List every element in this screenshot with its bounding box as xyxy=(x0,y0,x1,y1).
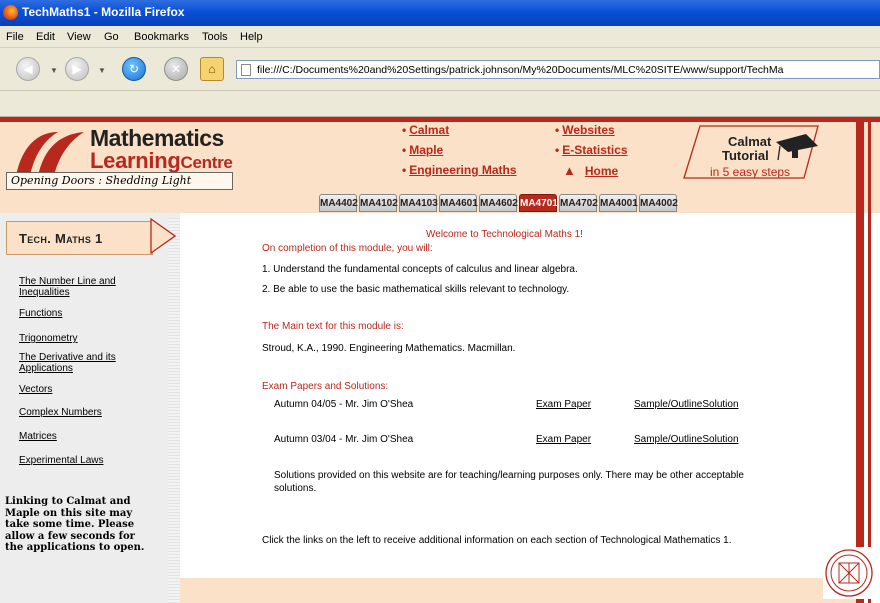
solutions-disclaimer: Solutions provided on this website are f… xyxy=(274,470,744,494)
address-bar[interactable]: file:///C:/Documents%20and%20Settings/pa… xyxy=(236,60,880,79)
sidebar-title: Tech. Maths 1 xyxy=(19,231,103,246)
tab-ma4001[interactable]: MA4001 xyxy=(599,194,638,212)
exam-row-2-term: Autumn 03/04 - Mr. Jim O'Shea xyxy=(274,434,414,445)
sidebar-item-number-line[interactable]: The Number Line and Inequalities xyxy=(19,276,159,298)
sidebar-item-trigonometry[interactable]: Trigonometry xyxy=(19,333,159,344)
logo-learning-word: Learning xyxy=(90,148,181,173)
logo-centre-word: Centre xyxy=(180,153,233,172)
main-text-reference: Stroud, K.A., 1990. Engineering Mathemat… xyxy=(262,343,516,354)
tab-ma4701[interactable]: MA4701 xyxy=(519,194,558,212)
site-header: Mathematics LearningCentre Opening Doors… xyxy=(0,117,880,213)
content-right-bar xyxy=(856,213,864,603)
sidebar-item-experimental-laws[interactable]: Experimental Laws xyxy=(19,455,159,466)
tab-ma4102[interactable]: MA4102 xyxy=(359,194,398,212)
header-link-calmat[interactable]: • Calmat xyxy=(402,123,449,137)
address-url[interactable]: file:///C:/Documents%20and%20Settings/pa… xyxy=(257,64,877,76)
menu-go[interactable]: Go xyxy=(104,31,119,43)
calmat-banner-line2: Tutorial xyxy=(722,148,769,163)
header-link-engineering-label: Engineering Maths xyxy=(409,163,517,177)
firefox-icon xyxy=(3,5,18,20)
sidebar-arrow-icon xyxy=(150,218,176,254)
reload-icon[interactable]: ↻ xyxy=(122,57,146,81)
page-icon xyxy=(241,64,251,76)
forward-icon[interactable]: ▶ xyxy=(65,57,89,81)
site-tagline: Opening Doors : Shedding Light xyxy=(6,172,233,190)
objective-1: 1. Understand the fundamental concepts o… xyxy=(262,264,578,275)
menu-view[interactable]: View xyxy=(67,31,91,43)
menu-help[interactable]: Help xyxy=(240,31,263,43)
page-footer-band xyxy=(180,578,856,603)
footer-instruction: Click the links on the left to receive a… xyxy=(262,535,732,546)
university-seal-icon xyxy=(823,547,875,599)
tab-ma4002[interactable]: MA4002 xyxy=(639,194,678,212)
bookmarks-toolbar xyxy=(0,91,880,117)
welcome-heading: Welcome to Technological Maths 1! xyxy=(426,229,583,240)
header-right-bar-thin xyxy=(868,117,871,213)
menu-file[interactable]: File xyxy=(6,31,24,43)
header-top-rule xyxy=(0,117,880,122)
stop-icon[interactable]: ✕ xyxy=(164,57,188,81)
navigation-toolbar: ◀ ▼ ▶ ▼ ↻ ✕ ⌂ file:///C:/Documents%20and… xyxy=(0,48,880,91)
sidebar-title-box: Tech. Maths 1 xyxy=(6,221,153,255)
header-link-calmat-label: Calmat xyxy=(409,123,450,137)
calmat-tutorial-banner[interactable]: Calmat Tutorial in 5 easy steps xyxy=(680,124,820,180)
intro-text: On completion of this module, you will: xyxy=(262,243,433,254)
back-dropdown-icon[interactable]: ▼ xyxy=(50,66,58,75)
sidebar-item-derivative[interactable]: The Derivative and its Applications xyxy=(19,352,159,374)
sidebar-item-complex-numbers[interactable]: Complex Numbers xyxy=(19,407,159,418)
sidebar-loading-note: Linking to Calmat and Maple on this site… xyxy=(5,496,145,553)
home-icon[interactable]: ⌂ xyxy=(200,57,224,81)
exam-row-2-paper-link[interactable]: Exam Paper xyxy=(536,434,591,445)
bullet-icon: • xyxy=(402,163,407,177)
sidebar: Tech. Maths 1 The Number Line and Inequa… xyxy=(0,213,180,603)
exam-row-2-solution-link[interactable]: Sample/OutlineSolution xyxy=(634,434,739,445)
header-right-bar xyxy=(856,117,864,213)
sidebar-texture xyxy=(168,218,180,603)
header-link-websites[interactable]: • Websites xyxy=(555,123,615,137)
window-title: TechMaths1 - Mozilla Firefox xyxy=(22,5,185,19)
menu-bookmarks[interactable]: Bookmarks xyxy=(134,31,189,43)
bullet-icon: • xyxy=(402,123,407,137)
calmat-banner-line3: in 5 easy steps xyxy=(710,165,791,179)
header-link-home-label: Home xyxy=(584,164,619,178)
tab-ma4103[interactable]: MA4103 xyxy=(399,194,438,212)
exam-row-1-paper-link[interactable]: Exam Paper xyxy=(536,399,591,410)
window-titlebar: TechMaths1 - Mozilla Firefox xyxy=(0,0,880,26)
header-link-engineering-maths[interactable]: • Engineering Maths xyxy=(402,163,517,177)
header-link-estats-label: E-Statistics xyxy=(562,143,628,157)
header-link-maple[interactable]: • Maple xyxy=(402,143,443,157)
header-link-websites-label: Websites xyxy=(562,123,615,137)
bullet-icon: • xyxy=(555,143,560,157)
tab-ma4601[interactable]: MA4601 xyxy=(439,194,478,212)
sidebar-item-matrices[interactable]: Matrices xyxy=(19,431,159,442)
logo-title-learning: LearningCentre xyxy=(90,148,233,174)
menu-bar: File Edit View Go Bookmarks Tools Help xyxy=(0,26,880,48)
home-hat-icon: ▲ xyxy=(563,163,576,178)
tab-ma4402[interactable]: MA4402 xyxy=(319,194,358,212)
header-link-home[interactable]: ▲ Home xyxy=(563,163,618,178)
menu-edit[interactable]: Edit xyxy=(36,31,55,43)
tab-ma4602[interactable]: MA4602 xyxy=(479,194,518,212)
content-right-bar-thin xyxy=(868,213,871,603)
exam-row-1-term: Autumn 04/05 - Mr. Jim O'Shea xyxy=(274,399,414,410)
objective-2: 2. Be able to use the basic mathematical… xyxy=(262,284,570,295)
back-icon[interactable]: ◀ xyxy=(16,57,40,81)
main-content: Welcome to Technological Maths 1! On com… xyxy=(180,213,856,578)
calmat-banner-line1: Calmat xyxy=(728,134,772,149)
header-link-e-statistics[interactable]: • E-Statistics xyxy=(555,143,628,157)
tab-ma4702[interactable]: MA4702 xyxy=(559,194,598,212)
sidebar-item-vectors[interactable]: Vectors xyxy=(19,384,159,395)
forward-dropdown-icon[interactable]: ▼ xyxy=(98,66,106,75)
exam-heading: Exam Papers and Solutions: xyxy=(262,381,389,392)
menu-tools[interactable]: Tools xyxy=(202,31,228,43)
sidebar-item-functions[interactable]: Functions xyxy=(19,308,159,319)
bullet-icon: • xyxy=(402,143,407,157)
main-text-heading: The Main text for this module is: xyxy=(262,321,404,332)
header-link-maple-label: Maple xyxy=(409,143,444,157)
bullet-icon: • xyxy=(555,123,560,137)
mlc-logo-icon xyxy=(16,132,84,176)
exam-row-1-solution-link[interactable]: Sample/OutlineSolution xyxy=(634,399,739,410)
